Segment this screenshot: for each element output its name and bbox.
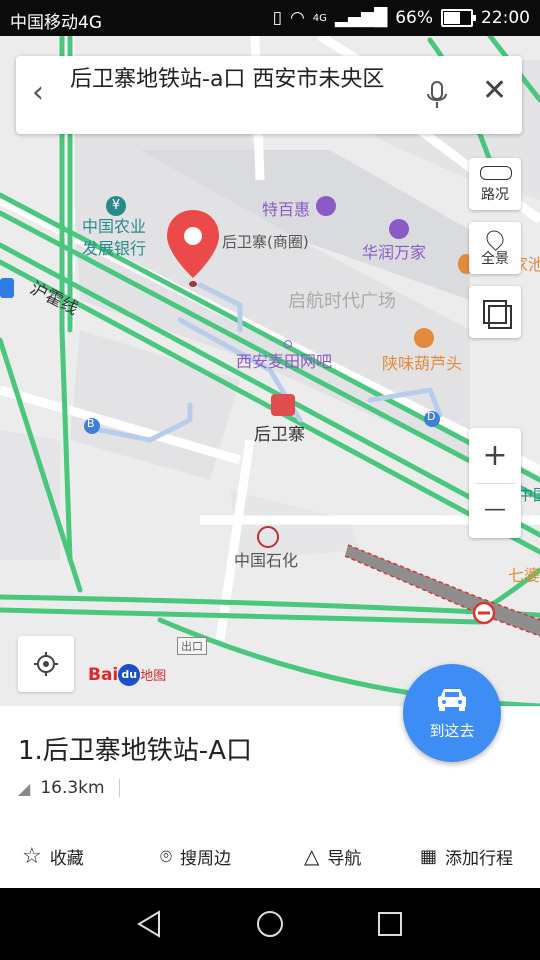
go-here-button[interactable]: 到这去 [403,664,501,762]
signal-icon: ▂▄▆█ [334,8,388,28]
store-label[interactable]: 华润万家 [362,239,426,263]
search-nearby-button[interactable]: ⌾ 搜周边 [160,838,231,874]
distance-divider [118,779,120,797]
gas-station-label[interactable]: 中国石化 [234,547,298,571]
qipo-label[interactable]: 七婆 [508,562,540,586]
metro-icon [271,394,295,416]
bank-icon: ¥ [106,196,126,216]
bag-icon [316,196,336,216]
vibrate-icon: ▯ [272,8,282,28]
search-title[interactable]: 后卫寨地铁站-a口 西安市未央区 [70,66,400,94]
zoom-control: + — [469,428,521,538]
action-bar: ☆ 收藏 ⌾ 搜周边 △ 导航 ▦ 添加行程 [0,838,540,874]
zoom-out-button[interactable]: — [469,490,521,530]
navigation-arrow-icon: △ [304,844,320,868]
status-icons: ▯ ◠ 4G ▂▄▆█ 66% 22:00 [273,8,530,28]
traffic-label: 路况 [481,187,509,203]
mall-label[interactable]: 后卫寨(商圈) [222,231,309,252]
layers-button[interactable] [469,286,521,338]
panorama-label: 全景 [481,251,509,267]
battery-icon [441,9,476,27]
layers-icon-back [488,305,512,329]
go-here-label: 到这去 [429,722,475,740]
traffic-button[interactable]: 路况 [469,158,521,210]
favorite-button[interactable]: ☆ 收藏 [22,838,84,874]
locate-button[interactable] [18,636,74,692]
battery-percent: 66% [395,8,433,28]
back-icon[interactable]: ‹ [32,78,44,108]
back-nav-icon[interactable] [135,909,165,939]
location-pin-icon[interactable] [165,206,221,296]
logo-suffix: 地图 [140,669,167,684]
restaurant-label[interactable]: 陕味葫芦头 [382,350,462,374]
exit-label: 出口 [177,637,207,655]
status-bar: 中国移动4G ▯ ◠ 4G ▂▄▆█ 66% 22:00 [0,0,540,36]
supermarket-label[interactable]: 特百惠 [262,196,310,220]
zoom-in-button[interactable]: + [469,436,521,476]
baidu-map-logo: Bai du 地图 [88,664,166,686]
zoom-divider [475,483,515,484]
bank-label[interactable]: 中国农业 发展银行 [82,216,146,260]
mic-icon[interactable] [426,80,448,114]
add-trip-button[interactable]: ▦ 添加行程 [420,838,513,874]
bus-icon [0,278,14,298]
station-label[interactable]: 后卫寨 [254,420,305,445]
star-icon: ☆ [22,843,42,869]
clock: 22:00 [481,8,530,28]
network-type: 4G [312,12,327,24]
cafe-icon [284,340,292,348]
panorama-button[interactable]: 全景 [469,222,521,274]
store-icon [389,219,409,239]
favorite-label: 收藏 [49,848,84,869]
plaza-label[interactable]: 启航时代广场 [288,287,396,313]
navigate-label: 导航 [327,848,362,869]
search-nearby-label: 搜周边 [180,848,231,869]
system-nav-bar [0,888,540,960]
direction-arrow-icon: ◢ [18,778,31,798]
restaurant-icon [414,328,434,348]
traffic-light-icon [480,166,512,180]
logo-brand: Bai [88,665,119,685]
exit-d-label: D [427,410,436,423]
internet-cafe-label[interactable]: 西安麦田网吧 [236,348,332,372]
carrier-label: 中国移动4G [10,13,102,33]
logo-paw: du [118,664,141,686]
location-marker-icon: ⌾ [160,844,172,868]
home-nav-icon[interactable] [255,909,285,939]
distance-value: 16.3km [40,778,105,798]
wifi-icon: ◠ [289,8,305,28]
recents-nav-icon[interactable] [375,909,405,939]
crosshair-icon [34,652,58,676]
search-bar[interactable]: ‹ 后卫寨地铁站-a口 西安市未央区 ✕ [16,56,522,134]
map-view[interactable]: ¥ 中国农业 发展银行 特百惠 后卫寨(商圈) 华润万家 家池 沪霍线 启航时代… [0,36,540,706]
car-icon [438,689,466,711]
close-icon[interactable]: ✕ [482,76,507,106]
gas-station-icon [257,526,279,548]
calendar-icon: ▦ [420,845,438,867]
navigate-button[interactable]: △ 导航 [304,838,361,874]
exit-b-label: B [87,417,95,430]
add-trip-label: 添加行程 [445,848,514,869]
result-title[interactable]: 1.后卫寨地铁站-A口 [18,730,252,767]
distance-row: ◢ 16.3km [18,778,120,798]
edge-right-label: 中国 [518,486,540,504]
